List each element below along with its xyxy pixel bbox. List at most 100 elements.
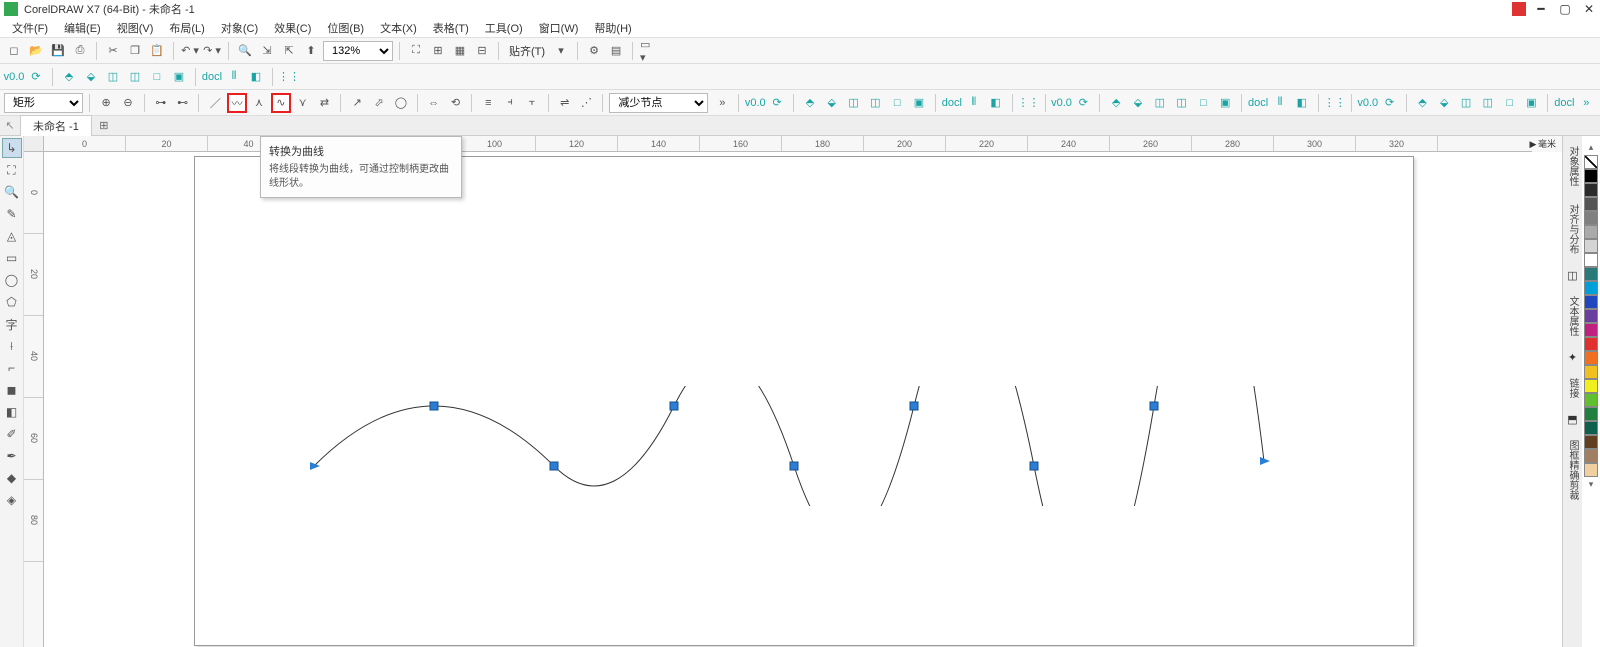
docker-text-props[interactable]: 文本属性 — [1565, 292, 1580, 340]
pb-r-34[interactable]: » — [1576, 93, 1596, 113]
maximize-button[interactable]: ▢ — [1558, 2, 1572, 16]
pb-r-11[interactable]: ◧ — [986, 93, 1006, 113]
zoom-select[interactable]: 132% — [323, 41, 393, 61]
pb-r-5[interactable]: ◫ — [844, 93, 864, 113]
menu-bitmap[interactable]: 位图(B) — [319, 18, 372, 38]
swatch[interactable] — [1584, 239, 1598, 253]
swatch[interactable] — [1584, 281, 1598, 295]
swatch[interactable] — [1584, 449, 1598, 463]
menu-effects[interactable]: 效果(C) — [266, 18, 319, 38]
pb-r-14[interactable]: ⟳ — [1073, 93, 1093, 113]
pb-r-18[interactable]: ◫ — [1172, 93, 1192, 113]
search-button[interactable]: 🔍 — [235, 41, 255, 61]
tb2-btn-6[interactable]: ◫ — [125, 67, 145, 87]
reduce-nodes-select[interactable]: 减少节点 — [609, 93, 708, 113]
export-button[interactable]: ⇱ — [279, 41, 299, 61]
stretch-button[interactable]: ⇔ — [424, 93, 444, 113]
pb-r-16[interactable]: ⬙ — [1128, 93, 1148, 113]
undo-button[interactable]: ↶ ▾ — [180, 41, 200, 61]
smooth-button[interactable]: ∿ — [271, 93, 291, 113]
docker-align[interactable]: 对齐与分布 — [1565, 200, 1580, 258]
pb-r-9[interactable]: docl — [942, 93, 962, 113]
open-button[interactable]: 📂 — [26, 41, 46, 61]
guides-button[interactable]: ⊟ — [472, 41, 492, 61]
menu-object[interactable]: 对象(C) — [213, 18, 266, 38]
close-button[interactable]: ✕ — [1582, 2, 1596, 16]
tb2-btn-5[interactable]: ◫ — [103, 67, 123, 87]
docker-obj-props[interactable]: 对象属性 — [1565, 142, 1580, 190]
halign-button[interactable]: ⫞ — [500, 93, 520, 113]
cut-button[interactable]: ✂ — [103, 41, 123, 61]
tb2-btn-12[interactable]: ⋮⋮ — [279, 67, 299, 87]
pick-tool-icon[interactable]: ↖ — [0, 119, 20, 132]
docker-icon-1[interactable]: ◫ — [1566, 268, 1580, 282]
swatch[interactable] — [1584, 253, 1598, 267]
zoom-tool[interactable]: 🔍 — [2, 182, 22, 202]
swatch[interactable] — [1584, 169, 1598, 183]
menu-view[interactable]: 视图(V) — [109, 18, 162, 38]
tb2-btn-2[interactable]: ⟳ — [26, 67, 46, 87]
eyedropper-tool[interactable]: ✐ — [2, 424, 22, 444]
minimize-button[interactable]: ━ — [1534, 2, 1548, 16]
pb-r-22[interactable]: ⫴ — [1270, 93, 1290, 113]
pb-r-13[interactable]: v0.0 — [1051, 93, 1071, 113]
dropshadow-tool[interactable]: ◼ — [2, 380, 22, 400]
smartfill-tool[interactable]: ◬ — [2, 226, 22, 246]
to-curve-button[interactable]: 〰 — [227, 93, 247, 113]
ruler-origin[interactable] — [24, 136, 44, 152]
pb-r-23[interactable]: ◧ — [1292, 93, 1312, 113]
pb-r-27[interactable]: ⬘ — [1413, 93, 1433, 113]
swatch[interactable] — [1584, 435, 1598, 449]
vertical-ruler[interactable]: 020406080 — [24, 152, 44, 647]
shape-preset-select[interactable]: 矩形 — [4, 93, 83, 113]
valign-button[interactable]: ⫟ — [522, 93, 542, 113]
docker-icon-2[interactable]: ✦ — [1566, 350, 1580, 364]
palette-down-arrow[interactable]: ▾ — [1589, 477, 1594, 492]
ellipse-tool[interactable]: ◯ — [2, 270, 22, 290]
pb-r-28[interactable]: ⬙ — [1434, 93, 1454, 113]
swatch[interactable] — [1584, 267, 1598, 281]
swatch-none[interactable] — [1584, 155, 1598, 169]
swatch[interactable] — [1584, 463, 1598, 477]
pb-r-7[interactable]: □ — [887, 93, 907, 113]
swatch[interactable] — [1584, 295, 1598, 309]
overflow-button[interactable]: » — [712, 93, 732, 113]
polygon-tool[interactable]: ⬠ — [2, 292, 22, 312]
pb-r-10[interactable]: ⫴ — [964, 93, 984, 113]
snap-dropdown[interactable]: ▾ — [551, 41, 571, 61]
pb-r-25[interactable]: v0.0 — [1358, 93, 1378, 113]
symmetric-button[interactable]: ⋎ — [293, 93, 313, 113]
menu-edit[interactable]: 编辑(E) — [56, 18, 109, 38]
menu-text[interactable]: 文本(X) — [372, 18, 425, 38]
pb-r-3[interactable]: ⬘ — [800, 93, 820, 113]
rotate-button[interactable]: ⟲ — [446, 93, 466, 113]
menu-layout[interactable]: 布局(L) — [161, 18, 212, 38]
tb2-btn-4[interactable]: ⬙ — [81, 67, 101, 87]
menu-file[interactable]: 文件(F) — [4, 18, 56, 38]
pb-r-2[interactable]: ⟳ — [767, 93, 787, 113]
pb-r-12[interactable]: ⋮⋮ — [1019, 93, 1039, 113]
swatch[interactable] — [1584, 211, 1598, 225]
swatch[interactable] — [1584, 309, 1598, 323]
connector-tool[interactable]: ⌐ — [2, 358, 22, 378]
break-nodes-button[interactable]: ⊷ — [173, 93, 193, 113]
alert-icon[interactable] — [1512, 2, 1526, 16]
doc-tab[interactable]: 未命名 -1 — [20, 115, 92, 136]
snap-label[interactable]: 贴齐(T) — [505, 43, 549, 59]
to-line-button[interactable]: ／ — [205, 93, 225, 113]
align-button[interactable]: ≡ — [478, 93, 498, 113]
launch-button[interactable]: ▤ — [606, 41, 626, 61]
rulers-button[interactable]: ⊞ — [428, 41, 448, 61]
extract-button[interactable]: ⬀ — [369, 93, 389, 113]
swatch[interactable] — [1584, 393, 1598, 407]
fill-tool[interactable]: ◆ — [2, 468, 22, 488]
save-button[interactable]: 💾 — [48, 41, 68, 61]
pb-r-4[interactable]: ⬙ — [822, 93, 842, 113]
pb-r-26[interactable]: ⟳ — [1380, 93, 1400, 113]
app-launcher-button[interactable]: ▭ ▾ — [639, 41, 659, 61]
swatch[interactable] — [1584, 197, 1598, 211]
join-nodes-button[interactable]: ⊶ — [151, 93, 171, 113]
docker-powerclip[interactable]: 图框精确剪裁 — [1565, 436, 1580, 504]
cusp-button[interactable]: ⋏ — [249, 93, 269, 113]
tb2-btn-10[interactable]: ⫴ — [224, 67, 244, 87]
